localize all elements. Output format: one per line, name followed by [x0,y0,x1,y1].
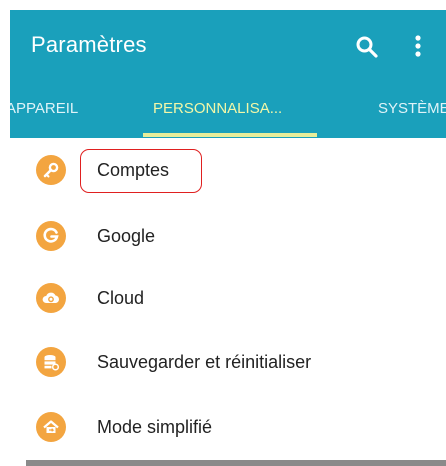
cloud-icon [36,283,66,313]
more-options-button[interactable] [410,32,426,60]
list-item-label: Sauvegarder et réinitialiser [97,352,312,372]
bottom-divider [26,460,446,466]
search-icon [356,36,378,58]
settings-list: Comptes Google Cloud Sauvegarder et réin… [10,138,446,458]
tab-appareil[interactable]: APPAREIL [10,100,78,117]
more-vert-icon [415,35,421,57]
tab-selected-indicator [143,133,317,137]
list-item-comptes[interactable]: Comptes [10,138,446,202]
list-item-label: Google [97,226,156,246]
tab-personnalisation[interactable]: PERSONNALISA... [153,100,282,117]
list-item-google[interactable]: Google [10,204,446,268]
key-icon [36,155,66,185]
list-item-label: Mode simplifié [97,417,213,437]
list-item-cloud[interactable]: Cloud [10,266,446,330]
highlight-annotation [80,149,202,193]
backup-icon [36,347,66,377]
list-item-mode-simplifie[interactable]: Mode simplifié [10,395,446,459]
list-item-sauvegarder[interactable]: Sauvegarder et réinitialiser [10,330,446,394]
tab-bar: APPAREIL PERSONNALISA... SYSTÈME [10,78,446,138]
search-button[interactable] [354,34,380,60]
list-item-label: Cloud [97,288,145,308]
tab-systeme[interactable]: SYSTÈME [378,100,446,117]
home-icon [36,412,66,442]
google-icon [36,221,66,251]
app-bar: Paramètres [10,10,446,78]
page-title: Paramètres [31,32,147,57]
